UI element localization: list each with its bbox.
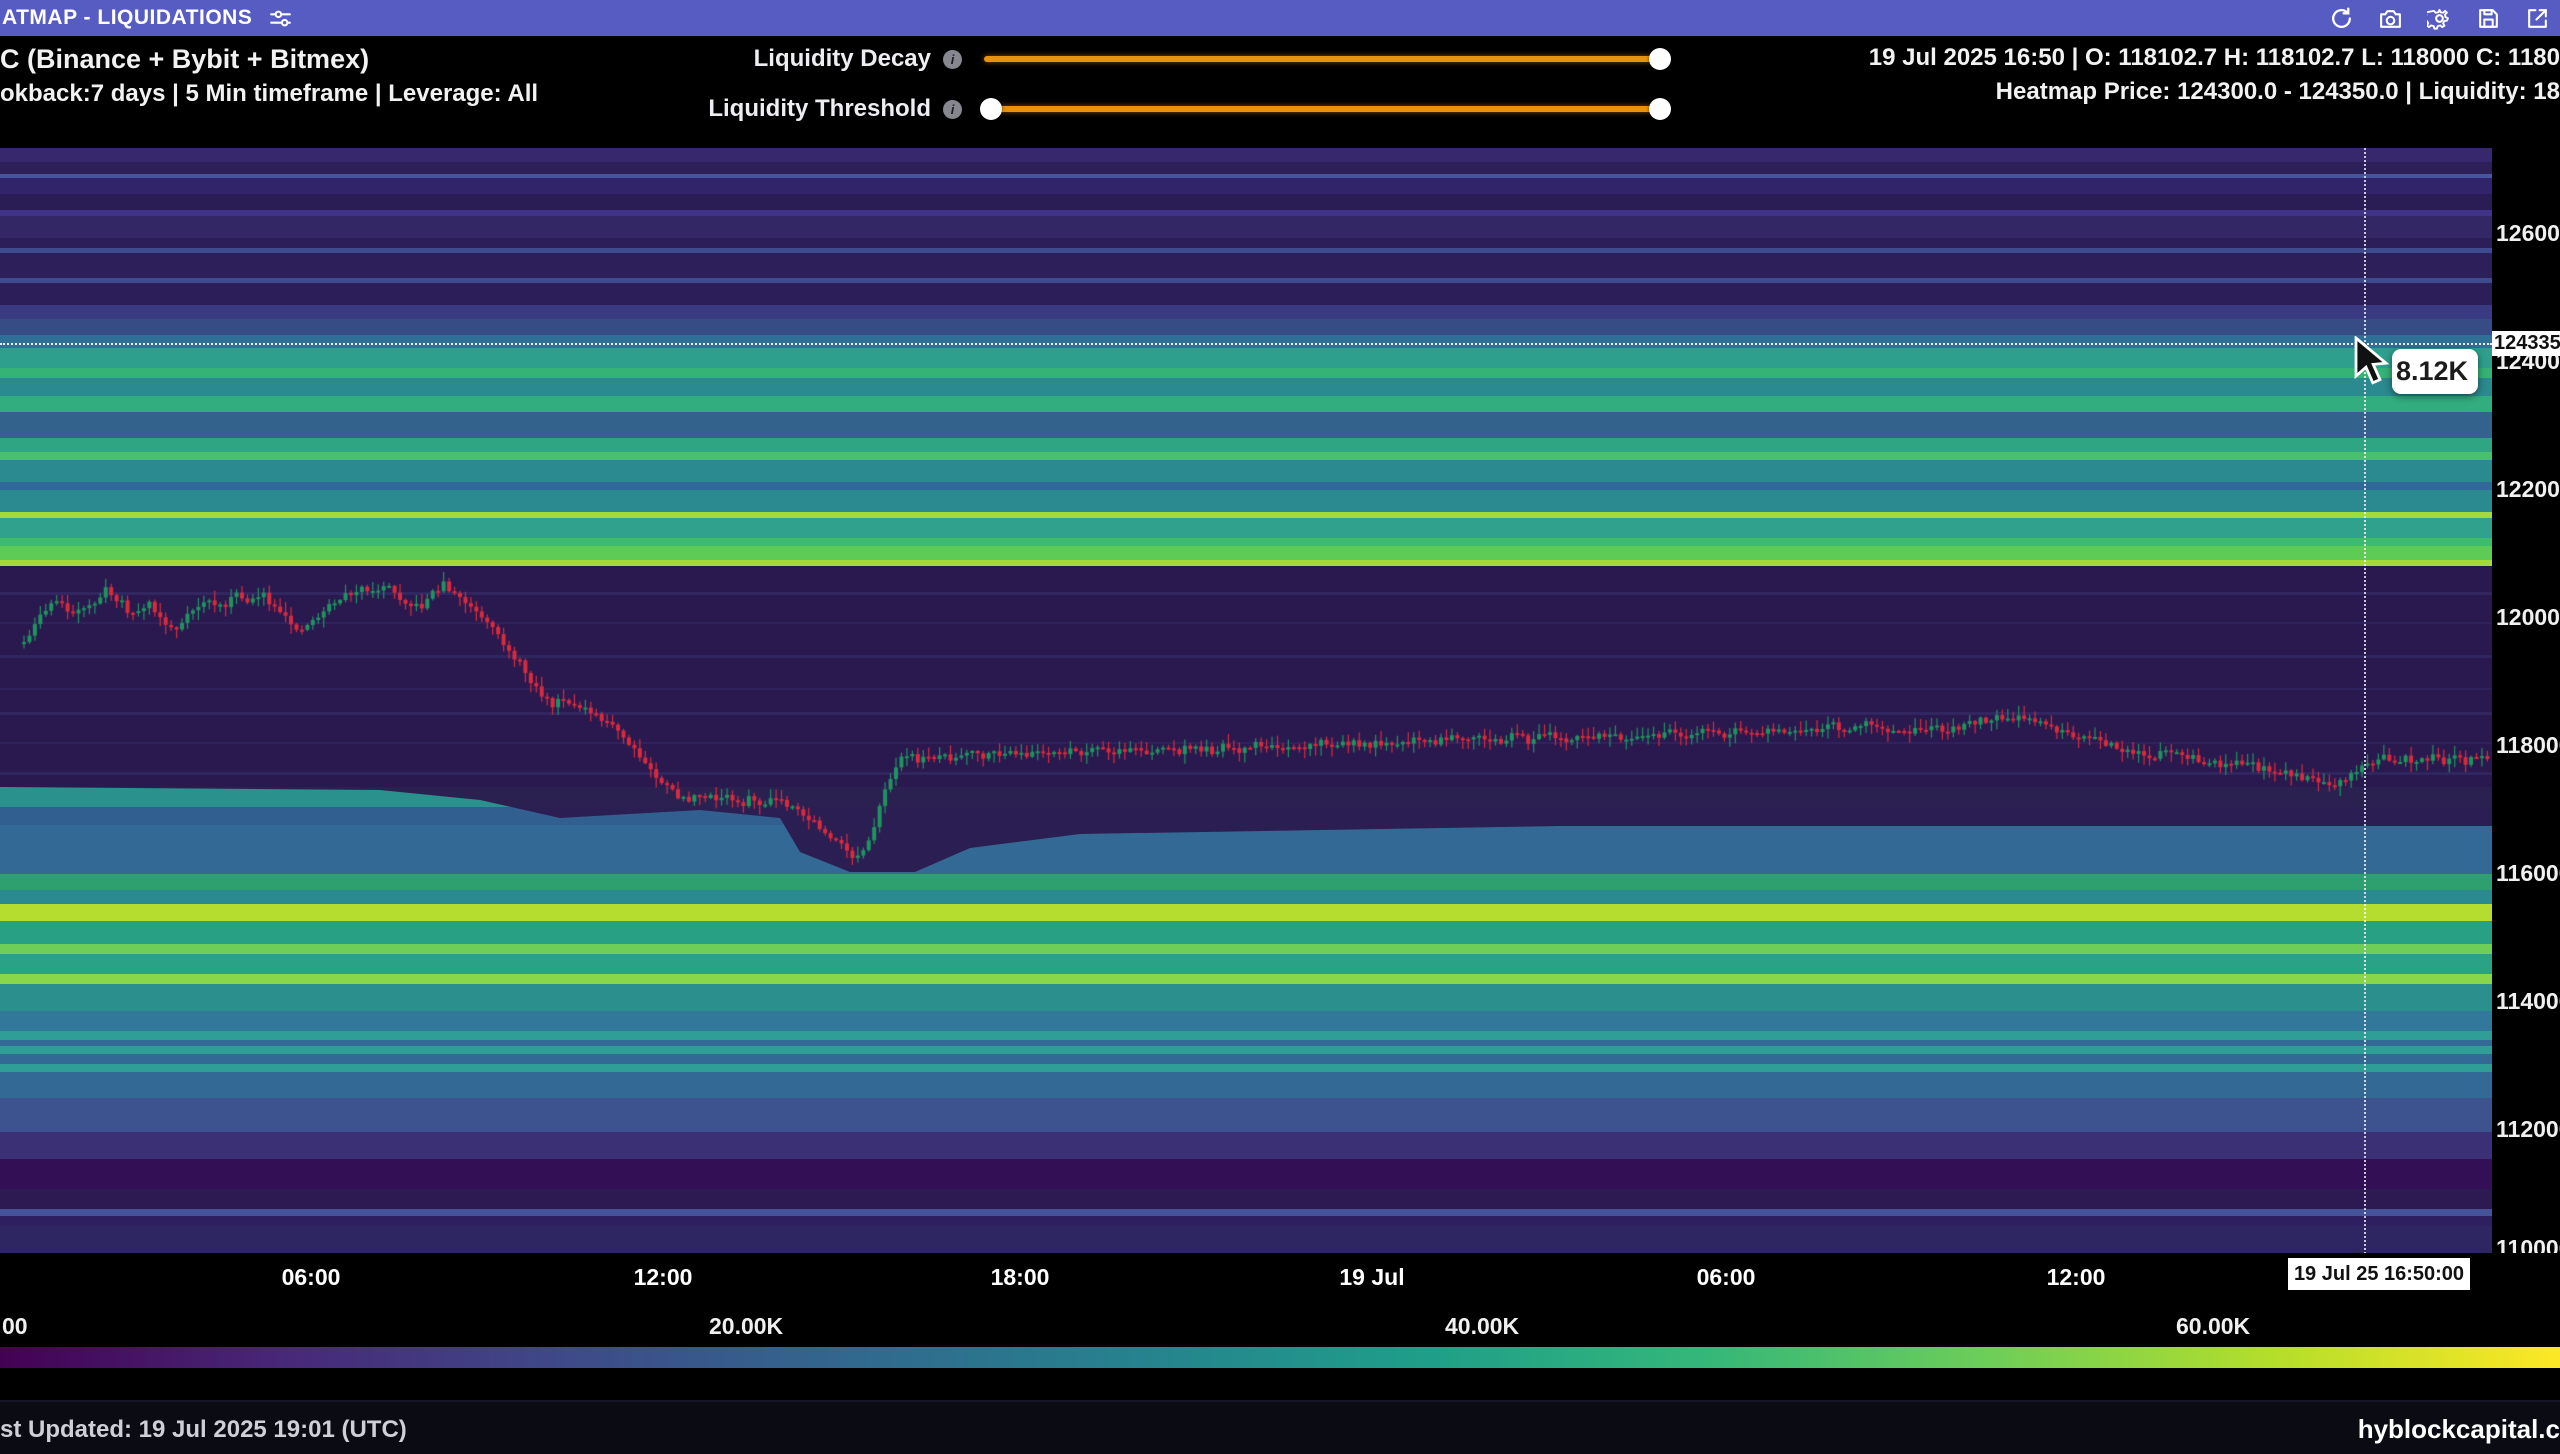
crosshair-time-label: 19 Jul 25 16:50:00	[2288, 1258, 2470, 1290]
slider-thumb[interactable]	[1649, 48, 1671, 70]
color-scale-tick-label: 40.00K	[1445, 1313, 1519, 1340]
liquidity-decay-row: Liquidity Decay i	[600, 44, 1680, 74]
camera-icon[interactable]	[2378, 6, 2403, 31]
time-tick-label: 19 Jul	[1339, 1264, 1404, 1291]
time-tick-label: 06:00	[282, 1264, 341, 1291]
time-tick-label: 18:00	[991, 1264, 1050, 1291]
price-tick-label: 110000	[2496, 1235, 2560, 1253]
footer: st Updated: 19 Jul 2025 19:01 (UTC) hybl…	[0, 1400, 2560, 1454]
liquidity-color-scale: 00 20.00K 40.00K 60.00K	[0, 1300, 2560, 1400]
time-tick-label: 06:00	[1697, 1264, 1756, 1291]
slider-track[interactable]	[984, 56, 1664, 62]
slider-track[interactable]	[984, 106, 1664, 112]
page-title: ATMAP - LIQUIDATIONS	[2, 6, 252, 30]
gear-icon[interactable]	[2427, 6, 2452, 31]
filters-icon[interactable]	[268, 6, 293, 31]
candlestick-series	[0, 148, 2492, 1253]
crosshair-price-label: 124335	[2492, 331, 2560, 356]
export-icon[interactable]	[2525, 6, 2550, 31]
time-tick-label: 12:00	[2047, 1264, 2106, 1291]
liquidity-threshold-slider[interactable]	[984, 94, 1664, 124]
price-tick-label: 116000	[2496, 860, 2560, 887]
info-icon[interactable]: i	[943, 100, 962, 119]
color-scale-gradient-bar	[0, 1347, 2560, 1368]
price-tick-label: 120000	[2496, 604, 2560, 631]
header: C (Binance + Bybit + Bitmex) okback:7 da…	[0, 36, 2560, 148]
slider-thumb-high[interactable]	[1649, 98, 1671, 120]
price-tick-label: 112000	[2496, 1116, 2560, 1143]
color-scale-tick-label: 00	[2, 1313, 28, 1340]
liquidity-tooltip: 8.12K	[2392, 349, 2478, 394]
liquidity-threshold-row: Liquidity Threshold i	[600, 94, 1680, 124]
heatmap-readout: Heatmap Price: 124300.0 - 124350.0 | Liq…	[1996, 78, 2560, 106]
toolbar-icons	[2329, 0, 2550, 36]
price-tick-label: 122000	[2496, 476, 2560, 503]
symbol-label: C (Binance + Bybit + Bitmex)	[0, 44, 369, 75]
last-updated-label: st Updated: 19 Jul 2025 19:01 (UTC)	[0, 1416, 407, 1444]
save-icon[interactable]	[2476, 6, 2501, 31]
settings-summary: okback:7 days | 5 Min timeframe | Levera…	[0, 80, 538, 108]
liquidity-decay-slider[interactable]	[984, 44, 1664, 74]
price-tick-label: 114000	[2496, 988, 2560, 1015]
info-icon[interactable]: i	[943, 50, 962, 69]
heatmap-chart[interactable]	[0, 148, 2492, 1253]
time-tick-label: 12:00	[634, 1264, 693, 1291]
title-bar: ATMAP - LIQUIDATIONS	[0, 0, 2560, 36]
liquidity-decay-label: Liquidity Decay	[754, 45, 931, 73]
liquidation-heatmap-app: ATMAP - LIQUIDATIONS	[0, 0, 2560, 1454]
price-tick-label: 118000	[2496, 732, 2560, 759]
refresh-icon[interactable]	[2329, 6, 2354, 31]
color-scale-tick-label: 20.00K	[709, 1313, 783, 1340]
liquidity-threshold-label: Liquidity Threshold	[708, 95, 931, 123]
brand-link[interactable]: hyblockcapital.c	[2358, 1414, 2560, 1445]
price-axis[interactable]: 1260001240001220001200001180001160001140…	[2492, 148, 2560, 1253]
slider-thumb-low[interactable]	[980, 98, 1002, 120]
ohlc-readout: 19 Jul 2025 16:50 | O: 118102.7 H: 11810…	[1869, 44, 2560, 72]
price-tick-label: 126000	[2496, 220, 2560, 247]
color-scale-tick-label: 60.00K	[2176, 1313, 2250, 1340]
time-axis[interactable]: 19 Jul 25 16:50:00 06:00 12:00 18:00 19 Jul…	[0, 1253, 2560, 1300]
